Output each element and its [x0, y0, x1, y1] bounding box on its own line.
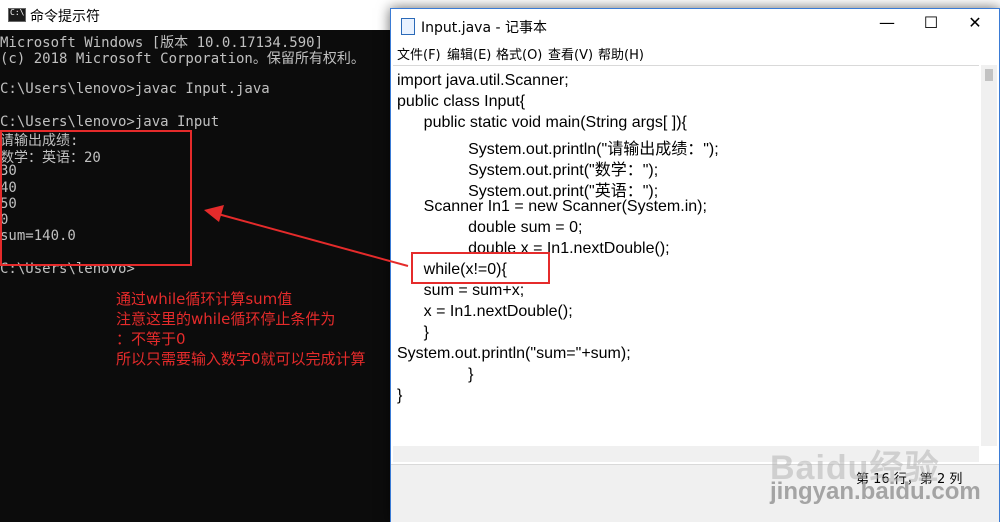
code-line: System.out.print("数学："); [397, 162, 659, 179]
notepad-menubar: 文件(F) 编辑(E) 格式(O) 查看(V) 帮助(H) [391, 41, 999, 65]
notepad-titlebar[interactable]: Input.java - 记事本 — ☐ ✕ [391, 9, 999, 41]
code-line: } [397, 324, 430, 341]
code-line: } [397, 366, 474, 383]
menu-view[interactable]: 查看(V) [548, 44, 593, 63]
menu-file[interactable]: 文件(F) [397, 44, 441, 63]
annotation-line: 通过while循环计算sum值 [116, 290, 293, 308]
vertical-scrollbar[interactable] [981, 65, 997, 446]
cmd-line: C:\Users\lenovo>java Input [0, 114, 220, 130]
maximize-button[interactable]: ☐ [909, 13, 953, 37]
notepad-title: Input.java - 记事本 [421, 20, 547, 36]
cmd-line: C:\Users\lenovo>javac Input.java [0, 81, 270, 97]
cmd-console-output[interactable]: Microsoft Windows [版本 10.0.17134.590] (c… [0, 30, 392, 522]
close-button[interactable]: ✕ [953, 13, 997, 37]
minimize-button[interactable]: — [865, 13, 909, 37]
code-line: System.out.print("英语："); [397, 183, 659, 200]
code-line: public class Input{ [397, 93, 526, 110]
code-line: import java.util.Scanner; [397, 72, 569, 89]
annotation-line: 所以只需要输入数字0就可以完成计算 [116, 350, 366, 368]
code-line: x = In1.nextDouble(); [397, 303, 573, 320]
scroll-up-arrow-icon[interactable] [985, 69, 993, 81]
code-line: Scanner In1 = new Scanner(System.in); [397, 198, 707, 215]
cmd-icon [8, 8, 26, 22]
code-line: double sum = 0; [397, 219, 583, 236]
annotation-line: 注意这里的while循环停止条件为 [116, 310, 336, 328]
cmd-title: 命令提示符 [30, 9, 100, 25]
notepad-text-area[interactable]: import java.util.Scanner; public class I… [393, 65, 979, 447]
notepad-icon [401, 18, 415, 35]
while-highlight-box [411, 252, 550, 284]
code-line: System.out.println("sum="+sum); [397, 345, 631, 362]
output-highlight-box [0, 130, 192, 266]
menu-help[interactable]: 帮助(H) [598, 44, 644, 63]
code-line: sum = sum+x; [397, 282, 525, 299]
menu-edit[interactable]: 编辑(E) [447, 44, 491, 63]
annotation-line: ：不等于0 [116, 330, 186, 348]
cmd-line: (c) 2018 Microsoft Corporation。保留所有权利。 [0, 51, 365, 67]
menu-format[interactable]: 格式(O) [496, 44, 542, 63]
code-line: } [397, 387, 403, 404]
code-line: public static void main(String args[ ]){ [397, 114, 687, 131]
cmd-line: Microsoft Windows [版本 10.0.17134.590] [0, 35, 324, 51]
code-line: System.out.println("请输出成绩："); [397, 141, 719, 158]
baidu-watermark-url: jingyan.baidu.com [770, 478, 981, 505]
